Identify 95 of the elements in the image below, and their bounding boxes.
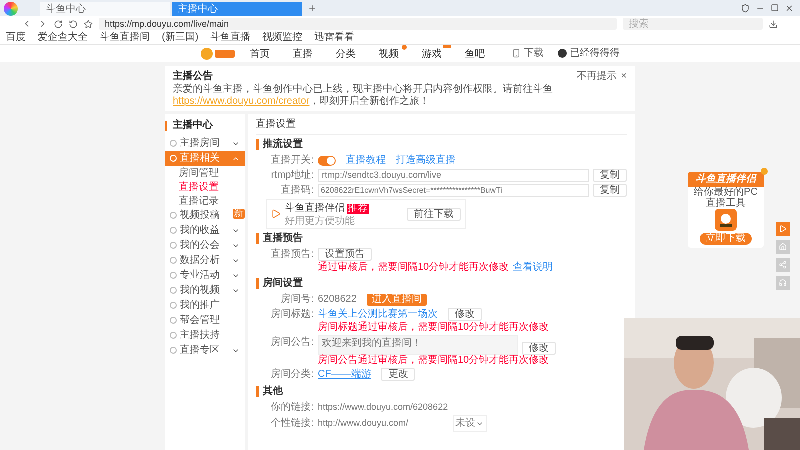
promo-text: 给你最好的PC直播工具 (693, 187, 759, 209)
headphones-icon (779, 279, 787, 287)
close-button[interactable]: × (621, 69, 627, 84)
toggle-switch[interactable] (318, 156, 336, 166)
close-badge[interactable] (761, 168, 768, 175)
change-button[interactable]: 更改 (381, 368, 416, 381)
dismiss-link[interactable]: 不再提示 (577, 69, 618, 84)
companion-tagline: 好用更方便功能 (285, 216, 356, 227)
bookmark-link[interactable]: (新三国) (162, 32, 199, 44)
category-link[interactable]: CF——端游 (318, 367, 372, 382)
visibility-select[interactable]: 未设 (452, 415, 487, 432)
sidebar-item[interactable]: 我的视频 (165, 283, 245, 298)
sidebar-item[interactable]: 帮会管理 (165, 313, 245, 328)
notice-title: 主播公告 (173, 69, 213, 84)
section-heading: 其他 (263, 384, 283, 399)
warning-text: 通过审核后，需要间隔10分钟才能再次修改 (318, 262, 510, 274)
help-link[interactable]: 查看说明 (513, 262, 554, 274)
sidebar-item[interactable]: 主播房间 (165, 136, 245, 151)
room-notice-textarea[interactable]: 欢迎来到我的直播间！ (318, 335, 518, 355)
user-name[interactable]: 已经得得得 (570, 46, 620, 61)
section-heading: 房间设置 (263, 276, 303, 291)
field-label: 房间号: (280, 292, 314, 307)
download-button[interactable]: 前往下载 (407, 208, 461, 220)
site-logo[interactable] (200, 46, 236, 60)
live-tool-button[interactable] (776, 222, 790, 236)
nav-link[interactable]: 分类 (336, 45, 365, 62)
search-field[interactable]: 搜索 (623, 18, 763, 30)
reload-icon[interactable] (54, 20, 63, 28)
warning-text: 房间标题通过审核后，需要间隔10分钟才能再次修改 (318, 322, 550, 334)
copy-button[interactable]: 复制 (593, 184, 627, 197)
warning-text: 房间公告通过审核后，需要间隔10分钟才能再次修改 (318, 355, 550, 367)
section-heading: 推流设置 (263, 137, 303, 152)
address-bar[interactable]: https://mp.douyu.com/live/main (99, 18, 617, 30)
play-icon (779, 225, 787, 233)
link-value: http://www.douyu.com/ (318, 416, 409, 430)
edit-button[interactable]: 修改 (522, 342, 556, 355)
sidebar-item[interactable]: 我的推广 (165, 298, 245, 313)
sidebar-item[interactable]: 数据分析 (165, 253, 245, 268)
download-link[interactable]: 下载 (524, 46, 544, 61)
shield-icon[interactable] (741, 4, 750, 12)
user-avatar[interactable] (558, 49, 567, 58)
room-number: 6208622 (318, 293, 357, 307)
sidebar-subitem[interactable]: 房间管理 (165, 166, 245, 180)
field-label: 房间公告: (270, 336, 314, 350)
field-label: 房间分类: (270, 368, 314, 382)
field-label: 直播码: (280, 184, 314, 198)
notice-text: 亲爱的斗鱼主播，斗鱼创作中心已上线，现主播中心将开启内容创作权限。请前往斗鱼 https://www.douyu.com/creator，即刻开启全新创作之旅！ (173, 84, 554, 108)
field-label: 个性链接: (270, 416, 314, 431)
app-logo-icon (715, 209, 737, 231)
share-icon (779, 261, 787, 269)
phone-icon (512, 49, 521, 58)
maximize-icon[interactable] (771, 4, 779, 12)
home-icon (779, 243, 787, 251)
copy-button[interactable]: 复制 (593, 169, 627, 182)
sidebar-item[interactable]: 专业活动 (165, 268, 245, 283)
nav-link[interactable]: 鱼吧 (465, 45, 494, 62)
star-icon[interactable] (84, 20, 93, 28)
link-value: https://www.douyu.com/6208622 (318, 400, 448, 414)
edit-button[interactable]: 修改 (448, 308, 482, 321)
nav-link[interactable]: 首页 (250, 45, 279, 62)
download-icon[interactable] (769, 20, 778, 28)
field-label: 你的链接: (270, 400, 314, 415)
sidebar-title: 主播中心 (173, 118, 213, 133)
play-icon (271, 209, 281, 219)
companion-name: 斗鱼直播伴侣 (285, 202, 345, 216)
nav-link[interactable]: 游戏 (422, 45, 451, 62)
field-label: rtmp地址: (270, 168, 314, 183)
stream-key-field[interactable]: 6208622rE1cwnVh7wsSecret=****************BuwTi (318, 184, 589, 197)
field-label: 直播开关: (270, 154, 314, 168)
field-label: 直播预告: (270, 248, 314, 262)
bookmark-link[interactable]: 爱企查大全 (38, 32, 88, 44)
browser-tab[interactable]: 斗鱼中心 (40, 2, 170, 16)
sidebar-subitem[interactable]: 直播设置 (165, 180, 245, 194)
new-tab-icon[interactable] (308, 4, 317, 12)
field-label: 房间标题: (270, 308, 314, 322)
nav-link[interactable]: 视频 (379, 45, 408, 62)
bookmark-link[interactable]: 斗鱼直播 (210, 32, 251, 44)
sidebar-subitem[interactable]: 直播记录 (165, 194, 245, 208)
rtmp-field[interactable]: rtmp://sendtc3.douyu.com/live (318, 169, 589, 182)
bookmark-link[interactable]: 百度 (6, 32, 26, 44)
section-heading: 直播预告 (263, 232, 303, 246)
bookmark-link[interactable]: 迅雷看看 (314, 32, 355, 44)
nav-link[interactable]: 直播 (293, 45, 322, 62)
close-icon[interactable] (785, 4, 794, 12)
page-title: 直播设置 (256, 117, 627, 135)
sidebar-item[interactable]: 直播专区 (165, 343, 245, 358)
bookmark-link[interactable]: 斗鱼直播间 (100, 32, 150, 44)
bookmark-link[interactable]: 视频监控 (262, 32, 303, 44)
sidebar-item[interactable]: 我的收益 (165, 223, 245, 238)
sidebar-item[interactable]: 我的公会 (165, 238, 245, 253)
browser-logo-icon (4, 2, 18, 16)
promo-title: 斗鱼直播伴侣 (688, 172, 764, 187)
sidebar-item[interactable]: 主播扶持 (165, 328, 245, 343)
undo-icon[interactable] (69, 20, 78, 28)
set-preview-button[interactable]: 设置预告 (318, 248, 372, 261)
